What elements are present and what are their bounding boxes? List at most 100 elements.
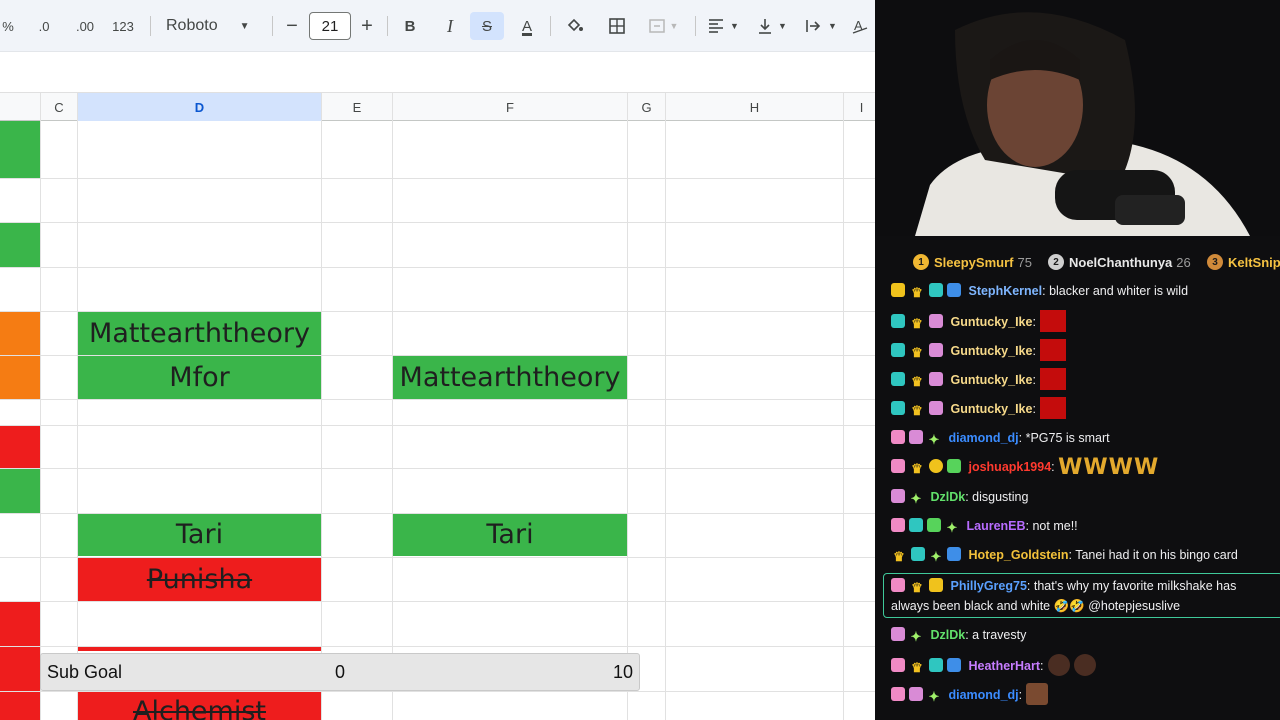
sub-badge-icon — [891, 518, 905, 532]
cell-f-matt[interactable]: Mattearththeory — [393, 355, 627, 399]
cell-b-fill[interactable] — [0, 222, 40, 267]
text-wrapping-icon[interactable]: ▼ — [800, 12, 842, 40]
chat-username[interactable]: Guntucky_Ike — [950, 373, 1032, 387]
cell-d-punisha[interactable]: Punisha — [78, 557, 321, 601]
sub-goal-label: Sub Goal — [47, 661, 123, 682]
decrease-decimal-button[interactable]: .0 — [30, 12, 58, 40]
grid-line — [0, 178, 875, 179]
chat-username[interactable]: DzlDk — [930, 490, 965, 504]
chat-message-highlighted: ♛ PhillyGreg75: that's why my favorite m… — [891, 576, 1271, 616]
chat-text: : — [1040, 659, 1044, 673]
chat-message: ♛ HeatherHart: — [891, 654, 1276, 676]
column-header-e[interactable]: E — [322, 93, 393, 121]
sub-goal-current: 0 — [335, 661, 346, 682]
strikethrough-button[interactable]: S — [470, 12, 504, 40]
text-rotation-icon[interactable]: A — [849, 12, 871, 40]
chat-username[interactable]: Hotep_Goldstein — [968, 548, 1068, 562]
cell-f-tari[interactable]: Tari — [393, 513, 627, 556]
grid-line — [0, 267, 875, 268]
chat-username[interactable]: HeatherHart — [968, 659, 1040, 673]
chat-message: ✦ LaurenEB: not me!! — [891, 516, 1276, 536]
sub-badge-icon — [891, 314, 905, 328]
formula-bar[interactable] — [0, 52, 875, 93]
increase-decimal-button[interactable]: .00 — [70, 12, 100, 40]
column-header-g[interactable]: G — [628, 93, 666, 121]
cell-b-fill[interactable] — [0, 468, 40, 513]
chat-message: ✦ DzlDk: disgusting — [891, 487, 1276, 507]
gift-badge-icon — [909, 687, 923, 701]
column-header-i[interactable]: I — [844, 93, 875, 121]
chat-username[interactable]: PhillyGreg75 — [950, 579, 1026, 593]
leaderboard-name: NoelChanthunya — [1069, 254, 1173, 270]
grid-line — [0, 601, 875, 602]
chat-text: : blacker and whiter is wild — [1042, 284, 1189, 298]
webcam-feed — [875, 0, 1280, 236]
italic-button[interactable]: I — [437, 12, 463, 40]
grid-line — [0, 222, 875, 223]
gift-badge-icon — [929, 314, 943, 328]
cell-b-fill[interactable] — [0, 601, 40, 720]
chat-username[interactable]: diamond_dj — [948, 688, 1018, 702]
grid-line — [40, 121, 41, 720]
silver-medal-icon: 2 — [1048, 254, 1064, 270]
leaderboard-entry[interactable]: 3 KeltSnip — [1207, 254, 1280, 270]
chat-username[interactable]: joshuapk1994 — [968, 460, 1051, 474]
chat-message: ♛ Guntucky_Ike: — [891, 339, 1276, 361]
chat-text: : — [1032, 315, 1036, 329]
crown-badge-icon: ♛ — [911, 345, 923, 360]
chat-username[interactable]: Guntucky_Ike — [950, 402, 1032, 416]
cell-d-tari[interactable]: Tari — [78, 513, 321, 556]
font-family-select[interactable]: Roboto ▼ — [166, 12, 262, 40]
leaderboard-entry[interactable]: 1 SleepySmurf 75 — [913, 254, 1032, 270]
chat-message: ♛ Guntucky_Ike: — [891, 368, 1276, 390]
sub-badge-icon — [891, 372, 905, 386]
merge-cells-icon[interactable]: ▼ — [641, 12, 685, 40]
cell-b-fill[interactable] — [0, 121, 40, 178]
borders-icon[interactable] — [603, 12, 631, 40]
bold-button[interactable]: B — [397, 12, 423, 40]
cell-d-alchemist[interactable]: Alchemist — [78, 691, 321, 720]
chat-text: : a travesty — [965, 628, 1027, 642]
chat-username[interactable]: DzlDk — [930, 628, 965, 642]
vertical-align-icon[interactable]: ▼ — [752, 12, 792, 40]
chat-text: : — [1032, 344, 1036, 358]
column-header-h[interactable]: H — [666, 93, 844, 121]
toolbar-divider — [150, 16, 151, 36]
crown-badge-icon: ♛ — [911, 374, 923, 389]
gg-badge-icon — [929, 283, 943, 297]
chat-username[interactable]: Guntucky_Ike — [950, 344, 1032, 358]
column-header-c[interactable]: C — [41, 93, 78, 121]
gift-badge-icon — [929, 578, 943, 592]
fill-color-icon[interactable] — [562, 12, 588, 40]
emote-image — [1039, 397, 1066, 419]
horizontal-align-icon[interactable]: ▼ — [703, 12, 743, 40]
gift-badge-icon — [929, 343, 943, 357]
column-header-d[interactable]: D — [78, 93, 322, 121]
increase-font-size-button[interactable]: + — [356, 12, 378, 40]
sub-badge-icon — [891, 401, 905, 415]
chat-message: ♛ ✦ Hotep_Goldstein: Tanei had it on his … — [891, 545, 1276, 565]
column-header-b[interactable] — [0, 93, 41, 121]
gift-badge-icon — [929, 658, 943, 672]
decrease-font-size-button[interactable]: − — [281, 12, 303, 40]
crown-badge-icon: ♛ — [911, 316, 923, 331]
font-size-input[interactable]: 21 — [309, 12, 351, 40]
sparkle-badge-icon: ✦ — [910, 629, 922, 644]
number-format-button[interactable]: 123 — [108, 12, 138, 40]
cell-grid[interactable]: Mattearththeory Mfor Tari Punisha Alchem… — [0, 121, 875, 720]
grid-line — [0, 691, 875, 692]
text-color-button[interactable]: A — [513, 12, 541, 40]
chat-username[interactable]: LaurenEB — [966, 519, 1025, 533]
chat-username[interactable]: diamond_dj — [948, 431, 1018, 445]
chat-message: ✦ diamond_dj: — [891, 683, 1276, 705]
chat-username[interactable]: StephKernel — [968, 284, 1042, 298]
leaderboard-entry[interactable]: 2 NoelChanthunya 26 — [1048, 254, 1191, 270]
chat-panel: 1 SleepySmurf 75 2 NoelChanthunya 26 3 K… — [875, 236, 1280, 720]
chat-username[interactable]: Guntucky_Ike — [950, 315, 1032, 329]
grid-line — [0, 399, 875, 400]
grid-line — [0, 355, 875, 356]
cell-b-fill[interactable] — [0, 425, 40, 468]
sub-goal-target: 10 — [612, 661, 633, 682]
percent-format-button[interactable]: % — [0, 12, 16, 40]
column-header-f[interactable]: F — [393, 93, 628, 121]
